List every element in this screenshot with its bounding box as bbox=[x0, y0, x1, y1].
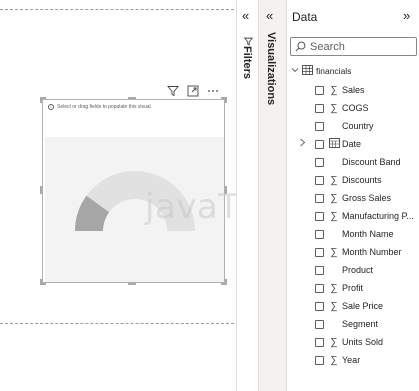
field-checkbox[interactable] bbox=[315, 319, 324, 329]
field-checkbox[interactable] bbox=[315, 121, 324, 131]
field-row[interactable]: ∑ Manufacturing P... bbox=[301, 207, 419, 225]
sigma-icon: ∑ bbox=[330, 354, 338, 366]
field-checkbox[interactable] bbox=[315, 193, 324, 203]
field-row[interactable]: Month Name bbox=[301, 225, 419, 243]
filters-label[interactable]: Filters bbox=[241, 46, 253, 79]
field-checkbox[interactable] bbox=[315, 157, 324, 167]
field-checkbox[interactable] bbox=[315, 229, 324, 239]
collapse-filters-icon[interactable]: « bbox=[242, 8, 249, 23]
field-name: Date bbox=[342, 139, 362, 149]
visualizations-label[interactable]: Visualizations bbox=[265, 32, 277, 105]
table-name: financials bbox=[316, 66, 352, 76]
resize-handle-top[interactable] bbox=[128, 97, 136, 99]
collapse-data-pane-icon[interactable]: » bbox=[403, 8, 410, 23]
focus-mode-icon[interactable] bbox=[186, 84, 200, 98]
collapse-visualizations-icon[interactable]: « bbox=[266, 8, 273, 23]
resize-handle-bottom-left[interactable] bbox=[40, 279, 42, 285]
sigma-icon: ∑ bbox=[330, 102, 338, 114]
visual-header-toolbar bbox=[166, 84, 220, 98]
sigma-icon: ∑ bbox=[330, 210, 338, 222]
field-row[interactable]: Segment bbox=[301, 315, 419, 333]
sigma-icon: ∑ bbox=[330, 282, 338, 294]
field-row[interactable]: ∑ Year bbox=[301, 351, 419, 369]
field-name: Segment bbox=[342, 319, 379, 329]
field-name: COGS bbox=[342, 103, 369, 113]
field-name: Gross Sales bbox=[342, 193, 392, 203]
table-icon bbox=[302, 65, 313, 77]
sigma-icon: ∑ bbox=[330, 192, 338, 204]
visualizations-pane[interactable]: « Visualizations bbox=[258, 0, 286, 391]
resize-handle-right[interactable] bbox=[225, 186, 227, 194]
field-checkbox[interactable] bbox=[315, 355, 324, 365]
resize-handle-left[interactable] bbox=[40, 186, 42, 194]
search-icon bbox=[295, 41, 306, 52]
field-row[interactable]: ∑ Month Number bbox=[301, 243, 419, 261]
resize-handle-top-left[interactable] bbox=[40, 97, 42, 103]
field-name: Profit bbox=[342, 283, 364, 293]
field-row[interactable]: Country bbox=[301, 117, 419, 135]
gauge-visual[interactable]: i Select or drag fields to populate this… bbox=[42, 99, 328, 283]
table-node-financials[interactable]: financials bbox=[291, 65, 351, 77]
chevron-right-icon[interactable] bbox=[299, 138, 306, 149]
field-checkbox[interactable] bbox=[315, 247, 324, 257]
sigma-icon: ∑ bbox=[330, 84, 338, 96]
field-checkbox[interactable] bbox=[315, 175, 324, 185]
field-row[interactable]: ∑ Units Sold bbox=[301, 333, 419, 351]
field-row[interactable]: ∑ Sales bbox=[301, 81, 419, 99]
field-name: Sale Price bbox=[342, 301, 384, 311]
info-icon: i bbox=[48, 104, 54, 110]
field-name: Year bbox=[342, 355, 361, 365]
field-name: Units Sold bbox=[342, 337, 384, 347]
field-name: Month Name bbox=[342, 229, 394, 239]
filter-icon[interactable] bbox=[166, 84, 180, 98]
search-placeholder: Search bbox=[310, 40, 345, 53]
resize-handle-top-right[interactable] bbox=[225, 97, 227, 103]
field-checkbox[interactable] bbox=[315, 103, 324, 113]
page-boundary-bottom bbox=[0, 323, 234, 324]
field-checkbox[interactable] bbox=[315, 139, 324, 149]
field-name: Discount Band bbox=[342, 157, 401, 167]
chevron-down-icon[interactable] bbox=[291, 66, 299, 76]
page-boundary-top bbox=[0, 9, 234, 10]
resize-handle-bottom[interactable] bbox=[128, 283, 136, 285]
field-list: ∑ Sales ∑ COGS Country Date Discount Band ∑ Disc… bbox=[299, 81, 419, 369]
sigma-icon: ∑ bbox=[330, 300, 338, 312]
field-name: Manufacturing P... bbox=[342, 211, 414, 221]
data-pane: Data » Search financials ∑ Sales ∑ COGS Coun… bbox=[286, 0, 419, 391]
field-name: Month Number bbox=[342, 247, 402, 257]
field-row[interactable]: Product bbox=[301, 261, 419, 279]
search-input[interactable]: Search bbox=[290, 37, 417, 56]
visual-placeholder-area: javaTpoint bbox=[45, 137, 328, 282]
field-row[interactable]: Date bbox=[299, 135, 419, 153]
field-checkbox[interactable] bbox=[315, 211, 324, 221]
field-name: Discounts bbox=[342, 175, 382, 185]
visual-hint-text: Select or drag fields to populate this v… bbox=[57, 104, 151, 110]
field-checkbox[interactable] bbox=[315, 85, 324, 95]
field-row[interactable]: Discount Band bbox=[301, 153, 419, 171]
field-name: Country bbox=[342, 121, 374, 131]
more-options-icon[interactable] bbox=[206, 84, 220, 98]
resize-handle-bottom-right[interactable] bbox=[225, 279, 227, 285]
field-checkbox[interactable] bbox=[315, 283, 324, 293]
data-pane-title: Data bbox=[292, 10, 318, 24]
filters-pane[interactable]: « Filters bbox=[236, 0, 258, 391]
field-row[interactable]: ∑ COGS bbox=[301, 99, 419, 117]
report-canvas[interactable]: i Select or drag fields to populate this… bbox=[0, 0, 328, 391]
field-name: Product bbox=[342, 265, 374, 275]
field-checkbox[interactable] bbox=[315, 301, 324, 311]
sigma-icon: ∑ bbox=[330, 174, 338, 186]
calendar-icon bbox=[328, 137, 340, 151]
sigma-icon: ∑ bbox=[330, 336, 338, 348]
visual-hint: i Select or drag fields to populate this… bbox=[48, 104, 151, 110]
field-row[interactable]: ∑ Profit bbox=[301, 279, 419, 297]
field-row[interactable]: ∑ Gross Sales bbox=[301, 189, 419, 207]
field-checkbox[interactable] bbox=[315, 337, 324, 347]
field-row[interactable]: ∑ Sale Price bbox=[301, 297, 419, 315]
field-name: Sales bbox=[342, 85, 365, 95]
field-checkbox[interactable] bbox=[315, 265, 324, 275]
field-row[interactable]: ∑ Discounts bbox=[301, 171, 419, 189]
sigma-icon: ∑ bbox=[330, 246, 338, 258]
